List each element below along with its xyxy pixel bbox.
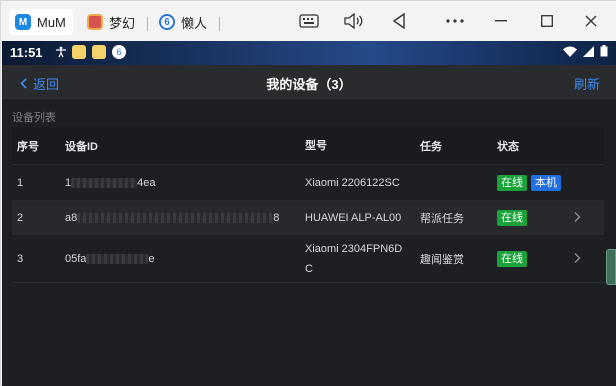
row-device-id: a8 8	[65, 212, 279, 224]
device-id-suffix: 8	[273, 211, 280, 224]
section-label: 设备列表	[12, 112, 56, 124]
table-header: 序号 设备ID 型号 任务 状态	[12, 127, 604, 165]
side-drawer-handle[interactable]	[606, 249, 616, 285]
accessibility-icon	[54, 45, 68, 59]
table-row[interactable]: 3 05fa e Xiaomi 2304FPN6DC 趣闻鉴赏 在线	[12, 235, 604, 283]
status-bar: 11:51 6	[2, 41, 616, 65]
row-status: 在线	[497, 250, 527, 267]
row-model: Xiaomi 2304FPN6DC	[305, 242, 403, 275]
title-bar: M MuM 梦幻 6 懒人	[1, 1, 616, 41]
maximize-icon[interactable]	[533, 9, 561, 33]
phone-screen: 11:51 6 返回 我的设备（3） 刷新 设备列表 序号 设备ID 型号 任务…	[2, 41, 616, 386]
row-seq: 2	[17, 211, 24, 224]
row-model: Xiaomi 2206122SC	[305, 176, 400, 189]
device-id-prefix: a8	[65, 211, 78, 224]
refresh-button[interactable]: 刷新	[574, 74, 600, 93]
local-badge: 本机	[531, 174, 561, 191]
row-seq: 1	[17, 176, 24, 189]
header-status: 状态	[497, 140, 519, 153]
keyboard-icon[interactable]	[295, 9, 323, 33]
row-model: HUAWEI ALP-AL00	[305, 211, 402, 224]
app-bar: 返回 我的设备（3） 刷新	[2, 65, 616, 99]
wifi-icon	[563, 46, 577, 60]
status-badge: 在线	[497, 250, 527, 267]
status-badge: 在线	[497, 174, 527, 191]
tab-lanren[interactable]: 6 懒人	[159, 9, 207, 35]
header-seq: 序号	[17, 140, 39, 153]
tab-label: MuM	[37, 14, 66, 30]
row-device-id: 05fa e	[65, 253, 155, 265]
row-status: 在线	[497, 209, 527, 226]
tab-divider	[219, 17, 220, 31]
game-notification-icon	[72, 45, 86, 59]
redacted-id	[71, 177, 138, 188]
game-app-icon	[87, 14, 103, 30]
lanren-notification-icon: 6	[112, 45, 126, 59]
tab-label: 懒人	[181, 15, 208, 31]
chevron-right-icon[interactable]	[574, 210, 581, 225]
redacted-id	[86, 253, 149, 264]
device-id-suffix: e	[148, 252, 155, 265]
game-notification-icon	[92, 45, 106, 59]
close-icon[interactable]	[577, 9, 605, 33]
row-status: 在线 本机	[497, 174, 561, 191]
header-task: 任务	[420, 140, 442, 153]
tab-game[interactable]: 梦幻	[87, 9, 135, 35]
back-triangle-icon[interactable]	[385, 9, 413, 33]
redacted-id	[77, 212, 274, 223]
emulator-window: M MuM 梦幻 6 懒人 11:51 6 返回 我的设备（3） 刷新 设备列表…	[0, 0, 616, 386]
volume-icon[interactable]	[339, 9, 367, 33]
status-badge: 在线	[497, 209, 527, 226]
row-task: 趣闻鉴赏	[420, 253, 464, 266]
page-title: 我的设备（3）	[266, 77, 352, 92]
device-id-suffix: 4ea	[137, 176, 156, 189]
tab-mumu[interactable]: M MuM	[9, 9, 73, 35]
minimize-icon[interactable]	[487, 9, 515, 33]
row-seq: 3	[17, 252, 24, 265]
row-task: 帮派任务	[420, 212, 464, 225]
signal-icon	[583, 45, 594, 60]
more-icon[interactable]	[441, 9, 469, 33]
row-device-id: 1 4ea	[65, 177, 155, 189]
mumu-app-icon: M	[15, 14, 31, 30]
chevron-right-icon[interactable]	[574, 251, 581, 266]
header-id: 设备ID	[65, 140, 98, 153]
status-indicators	[563, 45, 608, 60]
device-id-prefix: 05fa	[65, 252, 87, 265]
lanren-app-icon: 6	[159, 14, 175, 30]
device-table: 序号 设备ID 型号 任务 状态 1 1 4ea Xiaomi 2206122SC…	[12, 127, 604, 283]
table-row[interactable]: 2 a8 8 HUAWEI ALP-AL00 帮派任务 在线	[12, 201, 604, 235]
table-row[interactable]: 1 1 4ea Xiaomi 2206122SC 在线 本机	[12, 165, 604, 201]
tab-label: 梦幻	[109, 15, 136, 31]
status-time: 11:51	[10, 45, 43, 60]
header-model: 型号	[305, 139, 327, 152]
battery-icon	[600, 45, 608, 60]
tab-divider	[147, 17, 148, 31]
